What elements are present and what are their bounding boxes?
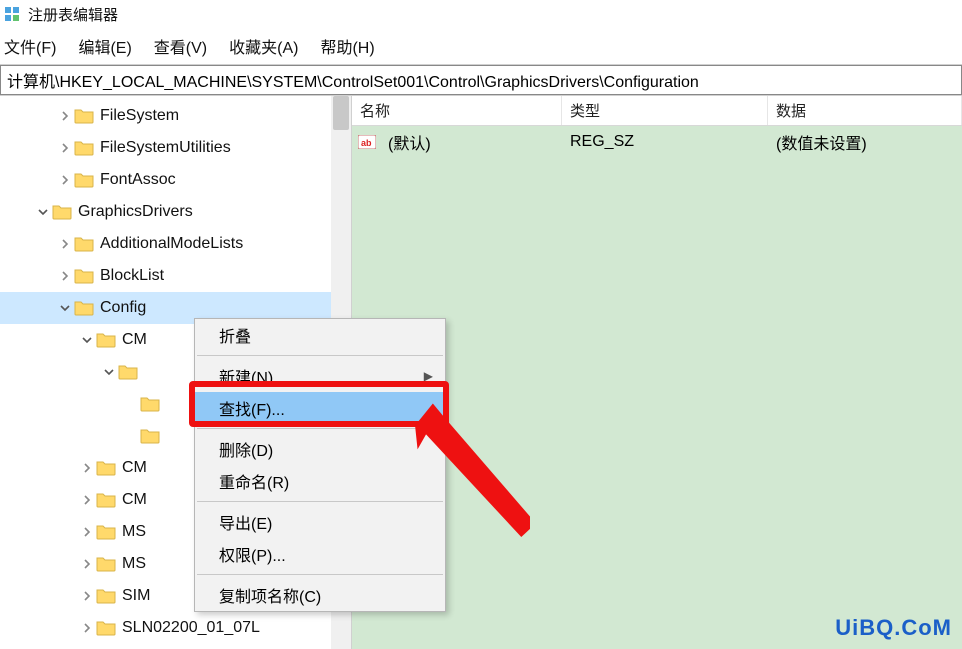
chevron-right-icon[interactable] bbox=[56, 267, 74, 285]
chevron-right-icon[interactable] bbox=[56, 107, 74, 125]
tree-item-label: SIM bbox=[122, 587, 150, 605]
tree-item-label: BlockList bbox=[100, 267, 164, 285]
menu-view[interactable]: 查看(V) bbox=[154, 34, 207, 58]
tree-item-label: FileSystem bbox=[100, 107, 179, 125]
cell-name: (默认) bbox=[380, 130, 562, 154]
chevron-down-icon[interactable] bbox=[34, 203, 52, 221]
chevron-right-icon[interactable] bbox=[78, 491, 96, 509]
watermark: UiBQ.CoM bbox=[835, 615, 952, 641]
folder-icon bbox=[140, 428, 160, 444]
cm-new[interactable]: 新建(N)▶ bbox=[195, 360, 445, 392]
folder-icon bbox=[118, 364, 138, 380]
tree-item-label: MS bbox=[122, 555, 146, 573]
chevron-down-icon[interactable] bbox=[56, 299, 74, 317]
tree-item[interactable]: SLN02200_01_07L bbox=[0, 612, 351, 644]
tree-item[interactable]: FileSystem bbox=[0, 100, 351, 132]
folder-icon bbox=[96, 588, 116, 604]
chevron-right-icon[interactable] bbox=[78, 555, 96, 573]
window-title: 注册表编辑器 bbox=[28, 4, 118, 25]
cell-type: REG_SZ bbox=[562, 133, 768, 151]
tree-item[interactable]: BlockList bbox=[0, 260, 351, 292]
title-bar: 注册表编辑器 bbox=[0, 0, 962, 28]
folder-icon bbox=[74, 140, 94, 156]
tree-item-label: FileSystemUtilities bbox=[100, 139, 231, 157]
tree-item[interactable]: GraphicsDrivers bbox=[0, 196, 351, 228]
scrollbar-thumb[interactable] bbox=[333, 96, 349, 130]
tree-item-label: CM bbox=[122, 331, 147, 349]
folder-icon bbox=[96, 332, 116, 348]
chevron-right-icon[interactable] bbox=[78, 619, 96, 637]
folder-icon bbox=[74, 236, 94, 252]
folder-icon bbox=[96, 524, 116, 540]
menu-file[interactable]: 文件(F) bbox=[4, 34, 56, 58]
submenu-arrow-icon: ▶ bbox=[424, 369, 433, 383]
cm-copy-key-name[interactable]: 复制项名称(C) bbox=[195, 579, 445, 611]
chevron-right-icon[interactable] bbox=[56, 139, 74, 157]
string-value-icon: ab bbox=[358, 135, 376, 149]
col-data[interactable]: 数据 bbox=[768, 96, 962, 125]
cm-export[interactable]: 导出(E) bbox=[195, 506, 445, 538]
chevron-down-icon[interactable] bbox=[100, 363, 118, 381]
tree-item-label: GraphicsDrivers bbox=[78, 203, 193, 221]
list-header: 名称 类型 数据 bbox=[352, 96, 962, 126]
col-type[interactable]: 类型 bbox=[562, 96, 768, 125]
folder-icon bbox=[96, 620, 116, 636]
chevron-right-icon[interactable] bbox=[78, 523, 96, 541]
menu-favorites[interactable]: 收藏夹(A) bbox=[229, 34, 298, 58]
folder-icon bbox=[96, 556, 116, 572]
cm-delete[interactable]: 删除(D) bbox=[195, 433, 445, 465]
tree-item-label: AdditionalModeLists bbox=[100, 235, 243, 253]
tree-item-label: SLN02200_01_07L bbox=[122, 619, 260, 637]
address-path: 计算机\HKEY_LOCAL_MACHINE\SYSTEM\ControlSet… bbox=[7, 68, 699, 92]
regedit-icon bbox=[4, 6, 20, 22]
menu-bar: 文件(F) 编辑(E) 查看(V) 收藏夹(A) 帮助(H) bbox=[0, 28, 962, 64]
tree-item[interactable]: AdditionalModeLists bbox=[0, 228, 351, 260]
cell-data: (数值未设置) bbox=[768, 130, 962, 154]
folder-icon bbox=[52, 204, 72, 220]
tree-item-label: MS bbox=[122, 523, 146, 541]
list-row[interactable]: ab (默认) REG_SZ (数值未设置) bbox=[352, 126, 962, 158]
menu-help[interactable]: 帮助(H) bbox=[320, 34, 374, 58]
tree-item-label: CM bbox=[122, 491, 147, 509]
folder-icon bbox=[74, 300, 94, 316]
cm-separator bbox=[197, 501, 443, 502]
cm-separator bbox=[197, 428, 443, 429]
cm-find[interactable]: 查找(F)... bbox=[195, 392, 445, 424]
svg-text:ab: ab bbox=[361, 138, 372, 148]
col-name[interactable]: 名称 bbox=[352, 96, 562, 125]
cm-rename[interactable]: 重命名(R) bbox=[195, 465, 445, 497]
folder-icon bbox=[74, 172, 94, 188]
cm-separator bbox=[197, 355, 443, 356]
tree-item-label: FontAssoc bbox=[100, 171, 176, 189]
chevron-right-icon[interactable] bbox=[78, 459, 96, 477]
folder-icon bbox=[74, 108, 94, 124]
tree-item-label: CM bbox=[122, 459, 147, 477]
workspace: FileSystem FileSystemUtilities FontAssoc Gr… bbox=[0, 95, 962, 649]
chevron-right-icon[interactable] bbox=[56, 171, 74, 189]
cm-collapse[interactable]: 折叠 bbox=[195, 319, 445, 351]
chevron-right-icon[interactable] bbox=[56, 235, 74, 253]
folder-icon bbox=[74, 268, 94, 284]
folder-icon bbox=[96, 492, 116, 508]
tree-item[interactable]: FontAssoc bbox=[0, 164, 351, 196]
cm-separator bbox=[197, 574, 443, 575]
menu-edit[interactable]: 编辑(E) bbox=[78, 34, 131, 58]
address-bar[interactable]: 计算机\HKEY_LOCAL_MACHINE\SYSTEM\ControlSet… bbox=[0, 65, 962, 95]
context-menu: 折叠 新建(N)▶ 查找(F)... 删除(D) 重命名(R) 导出(E) 权限… bbox=[194, 318, 446, 612]
chevron-right-icon[interactable] bbox=[78, 587, 96, 605]
tree-item-label: Config bbox=[100, 299, 146, 317]
chevron-down-icon[interactable] bbox=[78, 331, 96, 349]
folder-icon bbox=[140, 396, 160, 412]
tree-item[interactable]: FileSystemUtilities bbox=[0, 132, 351, 164]
folder-icon bbox=[96, 460, 116, 476]
cm-permissions[interactable]: 权限(P)... bbox=[195, 538, 445, 570]
